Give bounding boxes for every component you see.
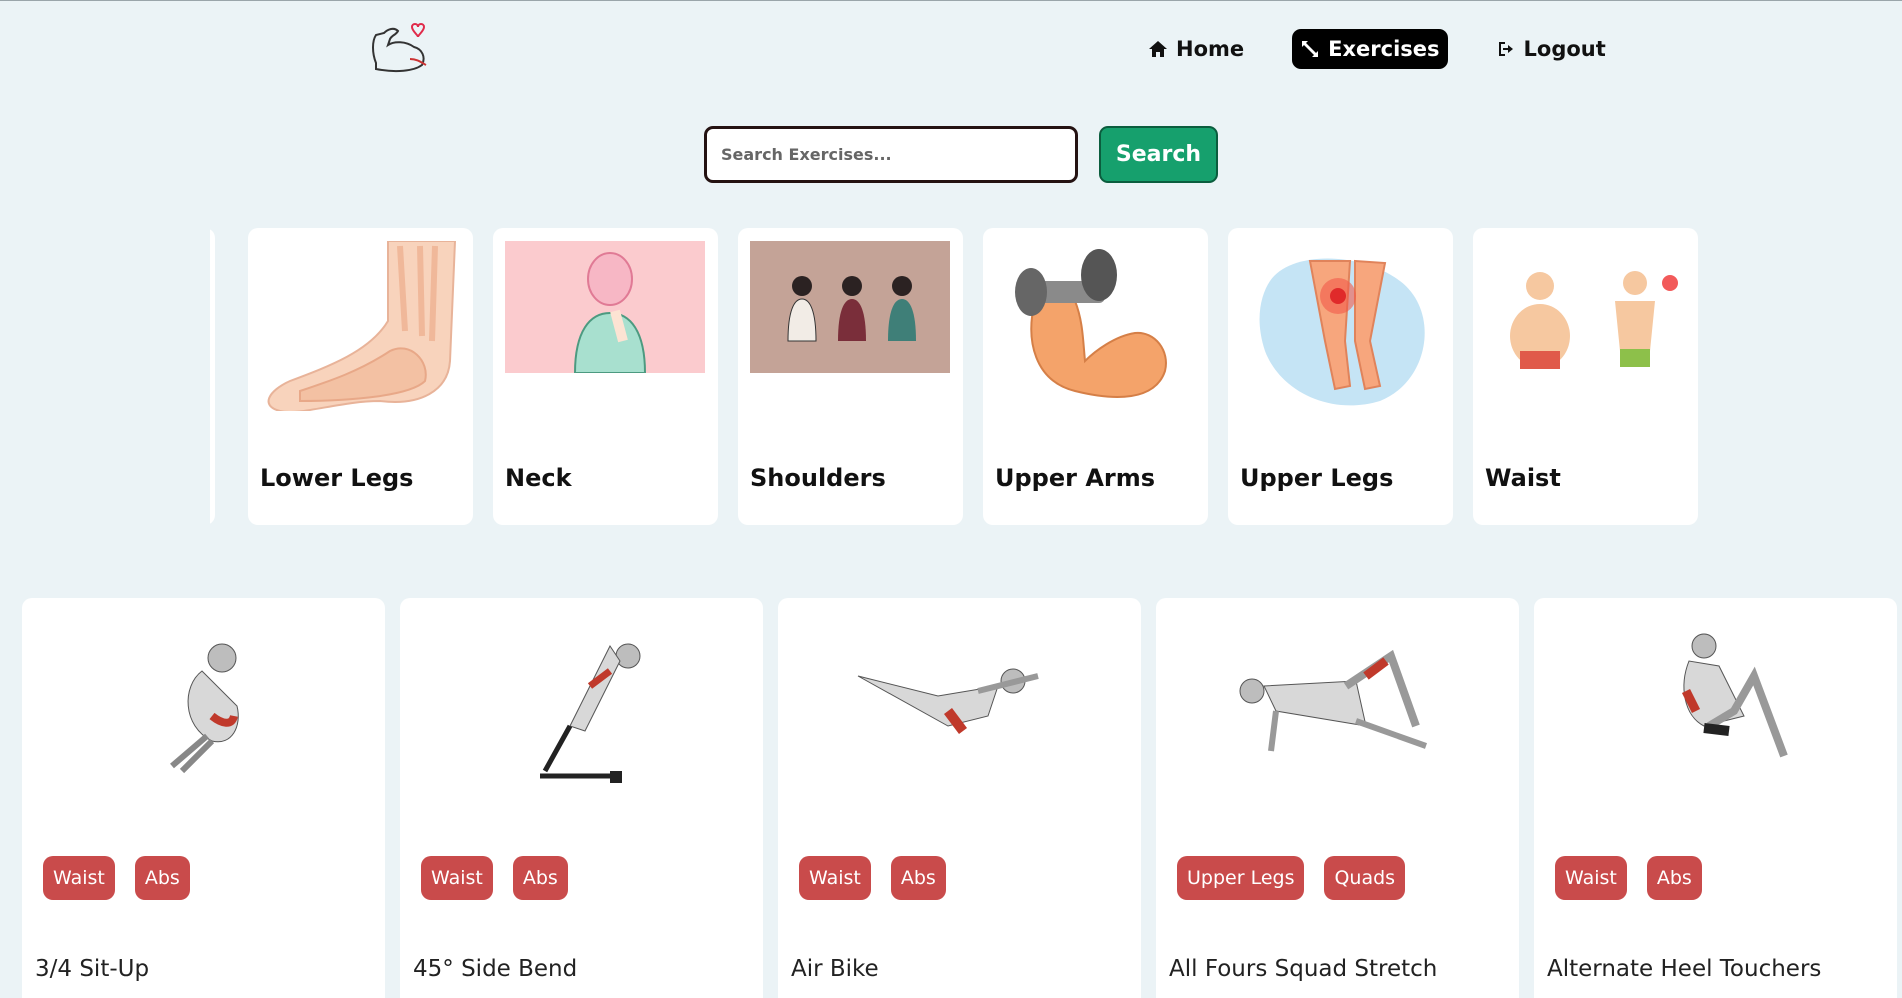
tag-body-part[interactable]: Waist — [799, 856, 871, 900]
shoulder-pain-image — [750, 241, 950, 373]
waist-before-after-image — [1510, 271, 1678, 369]
body-part-card-upper-arms[interactable]: Upper Arms — [983, 228, 1208, 525]
exercise-name: All Fours Squad Stretch — [1169, 956, 1438, 982]
exercise-card[interactable]: Upper Legs Quads All Fours Squad Stretch — [1156, 598, 1519, 998]
flexed-arm-dumbbell-image — [1015, 249, 1167, 398]
nav-home-label: Home — [1176, 37, 1245, 61]
search-bar: Search — [704, 126, 1218, 183]
exercise-name: 3/4 Sit-Up — [35, 956, 150, 982]
tag-body-part[interactable]: Waist — [1555, 856, 1627, 900]
exercise-illustration — [1681, 633, 1788, 758]
house-icon — [1149, 41, 1167, 57]
exercise-card[interactable]: Waist Abs Air Bike — [778, 598, 1141, 998]
body-part-label: Waist — [1485, 464, 1561, 492]
body-part-label: Upper Legs — [1240, 464, 1394, 492]
tag-body-part[interactable]: Upper Legs — [1177, 856, 1305, 900]
tag-list: Waist Abs — [421, 856, 568, 900]
neck-pain-image — [505, 241, 705, 374]
tag-target[interactable]: Abs — [1646, 856, 1702, 900]
nav-logout-label: Logout — [1523, 37, 1606, 61]
tag-body-part[interactable]: Waist — [43, 856, 115, 900]
body-part-card-upper-legs[interactable]: Upper Legs — [1228, 228, 1453, 525]
exercise-card[interactable]: Waist Abs 3/4 Sit-Up — [22, 598, 385, 998]
body-part-label: Lower Legs — [260, 464, 414, 492]
arrows-expand-icon — [1302, 41, 1319, 57]
tag-body-part[interactable]: Waist — [421, 856, 493, 900]
body-part-card-shoulders[interactable]: Shoulders — [738, 228, 963, 525]
exercise-illustration — [540, 643, 641, 783]
exercise-illustration — [857, 668, 1039, 734]
search-button[interactable]: Search — [1099, 126, 1218, 183]
logo-icon[interactable] — [366, 15, 432, 75]
nav-home[interactable]: Home — [1140, 29, 1252, 69]
exercise-name: Air Bike — [791, 956, 879, 982]
tag-target[interactable]: Quads — [1324, 856, 1406, 900]
body-part-label: Neck — [505, 464, 572, 492]
tag-target[interactable]: Abs — [512, 856, 568, 900]
exercise-illustration — [1239, 649, 1428, 752]
exercise-grid: Waist Abs 3/4 Sit-Up Waist Abs 45° Side … — [22, 598, 1902, 998]
exercise-card[interactable]: Waist Abs 45° Side Bend — [400, 598, 763, 998]
exercise-name: Alternate Heel Touchers — [1547, 956, 1822, 982]
tag-list: Upper Legs Quads — [1177, 856, 1406, 900]
knee-pain-image — [1259, 258, 1425, 406]
main-nav: Home Exercises Logout — [1140, 29, 1614, 69]
foot-skeleton-image — [267, 241, 457, 411]
body-part-card-partial[interactable] — [210, 228, 215, 525]
search-input[interactable] — [704, 126, 1078, 183]
tag-target[interactable]: Abs — [890, 856, 946, 900]
nav-exercises[interactable]: Exercises — [1292, 29, 1448, 69]
tag-list: Waist Abs — [43, 856, 190, 900]
body-part-label: Shoulders — [750, 464, 886, 492]
tag-list: Waist Abs — [799, 856, 946, 900]
body-part-scroller[interactable]: Lower Legs Neck Shoulders Upper Arms Upp… — [210, 228, 1700, 525]
body-part-card-neck[interactable]: Neck — [493, 228, 718, 525]
body-part-card-waist[interactable]: Waist — [1473, 228, 1698, 525]
exercise-card[interactable]: Waist Abs Alternate Heel Touchers — [1534, 598, 1897, 998]
body-part-card-lower-legs[interactable]: Lower Legs — [248, 228, 473, 525]
exercise-name: 45° Side Bend — [413, 956, 578, 982]
sign-out-icon — [1498, 42, 1513, 56]
nav-exercises-label: Exercises — [1328, 37, 1440, 61]
tag-target[interactable]: Abs — [134, 856, 190, 900]
tag-list: Waist Abs — [1555, 856, 1702, 900]
body-part-label: Upper Arms — [995, 464, 1156, 492]
nav-logout[interactable]: Logout — [1488, 29, 1614, 69]
exercise-illustration — [170, 643, 239, 774]
